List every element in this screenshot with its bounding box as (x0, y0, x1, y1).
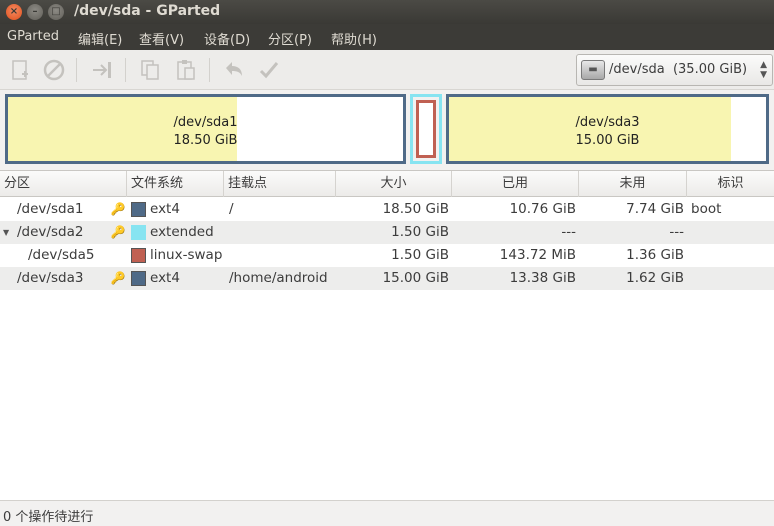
partition-cell: /dev/sda5 (28, 247, 95, 263)
unused-cell: 1.36 GiB (626, 247, 684, 263)
partition-map-sda5-swap[interactable] (416, 100, 436, 158)
toolbar-separator (76, 58, 77, 82)
unused-cell: 1.62 GiB (626, 270, 684, 286)
flags-cell: boot (691, 201, 722, 217)
used-cell: 13.38 GiB (509, 270, 576, 286)
partition-map-sda2-extended[interactable] (410, 94, 442, 164)
size-cell: 18.50 GiB (382, 201, 449, 217)
column-header-filesystem[interactable]: 文件系统 (127, 171, 224, 197)
flags-cell (691, 267, 771, 290)
mountpoint-cell: /home/android (229, 270, 328, 286)
used-cell: 10.76 GiB (509, 201, 576, 217)
column-header-used[interactable]: 已用 (452, 171, 579, 197)
partition-map-name: /dev/sda3 (575, 115, 640, 130)
pending-operations-status: 0 个操作待进行 (3, 510, 94, 525)
key-icon: 🔑 (110, 202, 126, 216)
menu-view[interactable]: 查看(V) (139, 29, 184, 48)
chevron-updown-icon: ▲ ▼ (760, 60, 767, 80)
resize-move-icon[interactable] (90, 58, 114, 82)
paste-icon[interactable] (174, 58, 198, 82)
key-icon: 🔑 (110, 271, 126, 285)
partition-map: /dev/sda1 18.50 GiB /dev/sda3 15.00 GiB (0, 90, 774, 170)
filesystem-cell: linux-swap (150, 247, 223, 263)
key-icon: 🔑 (110, 225, 126, 239)
size-cell: 15.00 GiB (382, 270, 449, 286)
partition-map-size: 15.00 GiB (575, 133, 640, 148)
menu-edit[interactable]: 编辑(E) (78, 29, 122, 48)
table-row[interactable]: /dev/sda3 🔑 ext4 /home/android 15.00 GiB… (0, 267, 774, 290)
apply-icon[interactable] (257, 58, 281, 82)
partition-map-name: /dev/sda1 (173, 115, 238, 130)
table-header: 分区 文件系统 挂载点 大小 已用 未用 标识 (0, 171, 774, 197)
filesystem-color-swatch (131, 271, 146, 286)
close-window-button[interactable]: × (6, 4, 22, 20)
mountpoint-cell (229, 244, 336, 267)
flags-cell (691, 221, 771, 244)
partition-map-size: 18.50 GiB (173, 133, 238, 148)
unused-cell: 7.74 GiB (626, 201, 684, 217)
partition-cell: /dev/sda2 (17, 224, 84, 240)
size-cell: 1.50 GiB (391, 247, 449, 263)
partition-cell: /dev/sda1 (17, 201, 84, 217)
column-header-unused[interactable]: 未用 (579, 171, 687, 197)
filesystem-color-swatch (131, 202, 146, 217)
unused-cell: --- (669, 224, 684, 240)
column-header-mountpoint[interactable]: 挂载点 (224, 171, 336, 197)
window-title: /dev/sda - GParted (74, 3, 221, 19)
filesystem-cell: ext4 (150, 270, 180, 286)
filesystem-cell: extended (150, 224, 214, 240)
menu-help[interactable]: 帮助(H) (331, 29, 377, 48)
table-row[interactable]: ▼ /dev/sda2 🔑 extended 1.50 GiB --- --- (0, 221, 774, 244)
partition-table: 分区 文件系统 挂载点 大小 已用 未用 标识 /dev/sda1 🔑 ext4… (0, 170, 774, 500)
menu-bar: GParted 编辑(E) 查看(V) 设备(D) 分区(P) 帮助(H) (0, 24, 774, 50)
column-header-flags[interactable]: 标识 (687, 171, 774, 197)
partition-map-sda3[interactable]: /dev/sda3 15.00 GiB (446, 94, 769, 164)
partition-cell: /dev/sda3 (17, 270, 84, 286)
minimize-window-button[interactable]: – (27, 4, 43, 20)
new-partition-icon[interactable] (8, 58, 32, 82)
filesystem-color-swatch (131, 225, 146, 240)
used-cell: --- (561, 224, 576, 240)
menu-gparted[interactable]: GParted (7, 29, 59, 44)
expander-arrow-icon[interactable]: ▼ (3, 221, 9, 244)
device-selector-label: /dev/sda (35.00 GiB) (609, 62, 748, 77)
toolbar-separator (209, 58, 210, 82)
toolbar-separator (125, 58, 126, 82)
size-cell: 1.50 GiB (391, 224, 449, 240)
disk-icon: ▬ (581, 60, 605, 80)
partition-map-sda1[interactable]: /dev/sda1 18.50 GiB (5, 94, 406, 164)
table-row[interactable]: /dev/sda5 linux-swap 1.50 GiB 143.72 MiB… (0, 244, 774, 267)
column-header-partition[interactable]: 分区 (0, 171, 127, 197)
filesystem-color-swatch (131, 248, 146, 263)
flags-cell (691, 244, 771, 267)
copy-icon[interactable] (138, 58, 162, 82)
title-bar: × – □ /dev/sda - GParted (0, 0, 774, 24)
table-row[interactable]: /dev/sda1 🔑 ext4 / 18.50 GiB 10.76 GiB 7… (0, 198, 774, 221)
column-header-size[interactable]: 大小 (336, 171, 452, 197)
undo-icon[interactable] (222, 58, 246, 82)
maximize-window-button[interactable]: □ (48, 4, 64, 20)
menu-partition[interactable]: 分区(P) (268, 29, 312, 48)
mountpoint-cell: / (229, 201, 234, 217)
status-bar: 0 个操作待进行 (0, 500, 774, 526)
filesystem-cell: ext4 (150, 201, 180, 217)
device-selector[interactable]: ▬ /dev/sda (35.00 GiB) ▲ ▼ (576, 54, 773, 86)
menu-device[interactable]: 设备(D) (204, 29, 250, 48)
delete-icon[interactable] (42, 58, 66, 82)
used-cell: 143.72 MiB (499, 247, 576, 263)
mountpoint-cell (229, 221, 336, 244)
